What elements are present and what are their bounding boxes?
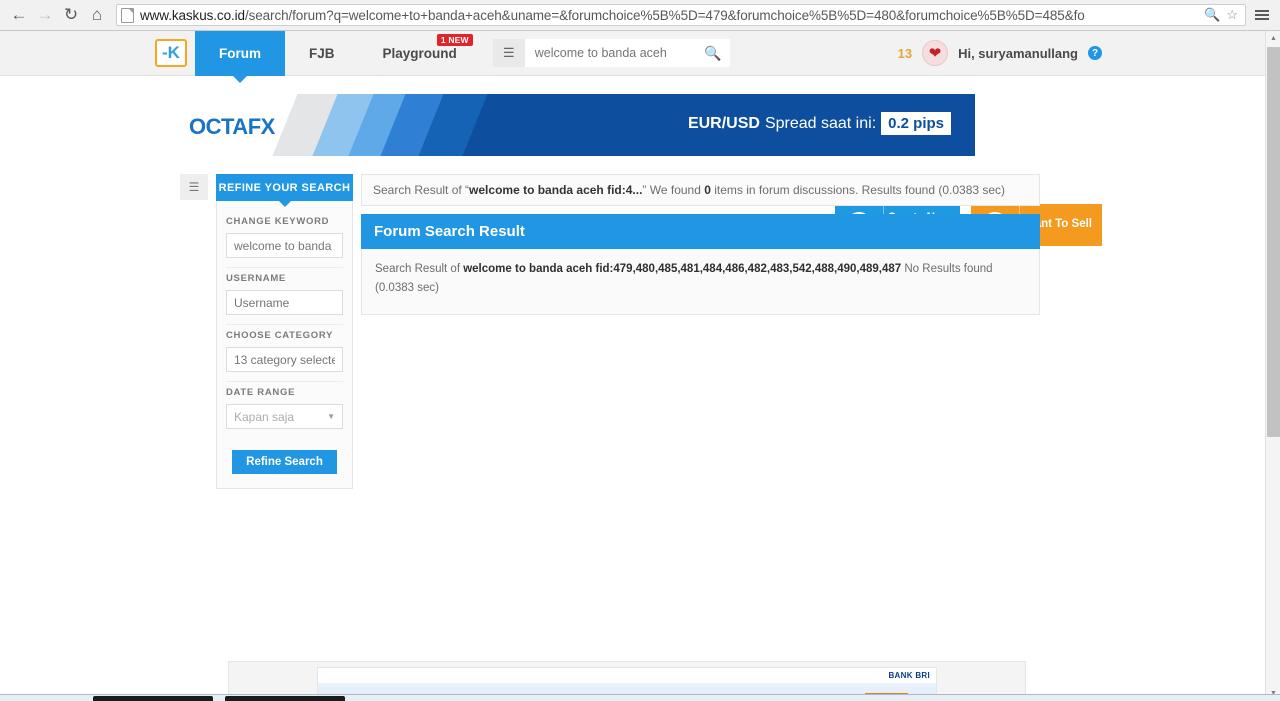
site-header: -K Forum FJB Playground 1 NEW ☰ 🔍 13 ❤ H… [0, 31, 1265, 83]
field-username: USERNAME [226, 268, 343, 325]
scrollbar-thumb[interactable] [1267, 47, 1280, 437]
field-change-keyword: CHANGE KEYWORD [226, 211, 343, 268]
question-mark-icon[interactable]: ? [1088, 46, 1102, 60]
date-range-label: DATE RANGE [226, 387, 296, 398]
header-search: ☰ 🔍 [492, 39, 730, 67]
results-column: Search Result of “welcome to banda aceh … [361, 174, 1040, 315]
bank-bri-logo: BANK BRI [888, 671, 930, 680]
search-magnifier-icon[interactable]: 🔍 [1204, 7, 1220, 23]
main-nav: Forum FJB Playground 1 NEW [195, 31, 481, 83]
nav-tab-playground[interactable]: Playground 1 NEW [359, 31, 481, 76]
ad-currency-pair: EUR/USD [687, 114, 760, 132]
avatar[interactable]: ❤ [922, 40, 949, 66]
result-summary: Search Result of “welcome to banda aceh … [361, 174, 1040, 206]
panel-body: Search Result of welcome to banda aceh f… [361, 249, 1040, 315]
scroll-up-arrow[interactable]: ▲ [1266, 31, 1280, 46]
url-host: www.kaskus.co.id [140, 7, 245, 23]
summary-query: welcome to banda aceh fid:4... [469, 183, 643, 197]
hamburger-menu-icon[interactable] [1250, 2, 1274, 28]
chevron-down-icon: ▼ [327, 412, 335, 421]
date-range-value: Kapan saja [234, 409, 295, 424]
date-range-select[interactable]: Kapan saja ▼ [226, 404, 343, 429]
notification-count[interactable]: 13 [898, 46, 912, 61]
home-icon[interactable]: ⌂ [84, 2, 110, 28]
search-input[interactable] [532, 45, 705, 61]
field-choose-category: CHOOSE CATEGORY [226, 325, 343, 382]
refine-search-form: CHANGE KEYWORD USERNAME CHOOSE CATEGORY … [216, 201, 353, 489]
user-area: 13 ❤ Hi, suryamanullang ? [898, 40, 1102, 66]
nav-tab-playground-label: Playground [382, 45, 457, 61]
username-input[interactable] [226, 290, 343, 315]
os-taskbar [0, 694, 1280, 701]
detail-time: (0.0383 sec) [375, 281, 439, 294]
back-arrow-icon[interactable]: ← [6, 2, 32, 28]
sidebar-list-icon[interactable]: ☰ [180, 174, 208, 200]
list-categories-icon[interactable]: ☰ [492, 39, 525, 67]
octafx-logo: OCTAFX [189, 114, 275, 139]
nav-tab-fjb[interactable]: FJB [285, 31, 359, 76]
field-date-range: DATE RANGE Kapan saja ▼ [226, 382, 343, 438]
summary-prefix: Search Result of “ [373, 183, 470, 197]
summary-count: 0 [704, 183, 711, 197]
username-label: USERNAME [226, 273, 286, 284]
choose-category-input[interactable] [226, 347, 343, 372]
summary-suffix: items in forum discussions. Results foun… [710, 183, 1006, 197]
browser-toolbar: ← → ↻ ⌂ www.kaskus.co.id/search/forum?q=… [0, 0, 1280, 31]
ad-spread-value: 0.2 pips [881, 112, 951, 135]
change-keyword-input[interactable] [226, 233, 343, 258]
detail-status: No Results found [901, 263, 993, 275]
octafx-banner-ad[interactable]: OCTAFX EUR/USD Spread saat ini: 0.2 pips [175, 94, 975, 156]
forward-arrow-icon[interactable]: → [32, 2, 58, 28]
detail-query: welcome to banda aceh fid:479,480,485,48… [463, 263, 902, 275]
refine-search-title: REFINE YOUR SEARCH [216, 174, 353, 207]
search-layout: ☰ REFINE YOUR SEARCH CHANGE KEYWORD USER… [180, 174, 1040, 489]
forum-search-result-panel: Forum Search Result Search Result of wel… [361, 214, 1040, 315]
bri-banner-top: BANK BRI [318, 668, 936, 683]
search-box[interactable]: 🔍 [524, 39, 730, 67]
refine-search-button[interactable]: Refine Search [232, 450, 337, 474]
page-content: OCTAFX EUR/USD Spread saat ini: 0.2 pips… [0, 94, 1265, 701]
user-greeting[interactable]: Hi, suryamanullang [958, 46, 1078, 61]
panel-title: Forum Search Result [361, 214, 1040, 249]
change-keyword-label: CHANGE KEYWORD [226, 216, 330, 227]
nav-tab-forum[interactable]: Forum [195, 31, 285, 83]
new-badge: 1 NEW [436, 33, 473, 46]
detail-prefix: Search Result of [375, 263, 464, 275]
reload-icon[interactable]: ↻ [58, 2, 84, 28]
kaskus-logo[interactable]: -K [155, 39, 187, 67]
star-icon[interactable]: ☆ [1226, 7, 1238, 23]
url-text: www.kaskus.co.id/search/forum?q=welcome+… [140, 8, 1201, 23]
refine-search-sidebar: REFINE YOUR SEARCH CHANGE KEYWORD USERNA… [216, 174, 353, 489]
summary-mid: ” We found [642, 183, 705, 197]
taskbar-item[interactable] [225, 696, 345, 701]
nav-tab-fjb-label: FJB [309, 45, 335, 61]
vertical-scrollbar[interactable]: ▲ ▼ [1265, 31, 1280, 701]
search-icon[interactable]: 🔍 [704, 45, 721, 62]
choose-category-label: CHOOSE CATEGORY [226, 330, 334, 341]
address-bar[interactable]: www.kaskus.co.id/search/forum?q=welcome+… [116, 4, 1246, 26]
ad-message-text: Spread saat ini: [764, 114, 877, 132]
taskbar-item[interactable] [93, 696, 213, 701]
url-path: /search/forum?q=welcome+to+banda+aceh&un… [244, 7, 1085, 23]
page-viewport: -K Forum FJB Playground 1 NEW ☰ 🔍 13 ❤ H… [0, 31, 1280, 701]
ad-message: EUR/USD Spread saat ini: 0.2 pips [688, 112, 951, 135]
page-document-icon [121, 7, 134, 23]
nav-tab-forum-label: Forum [219, 45, 261, 61]
